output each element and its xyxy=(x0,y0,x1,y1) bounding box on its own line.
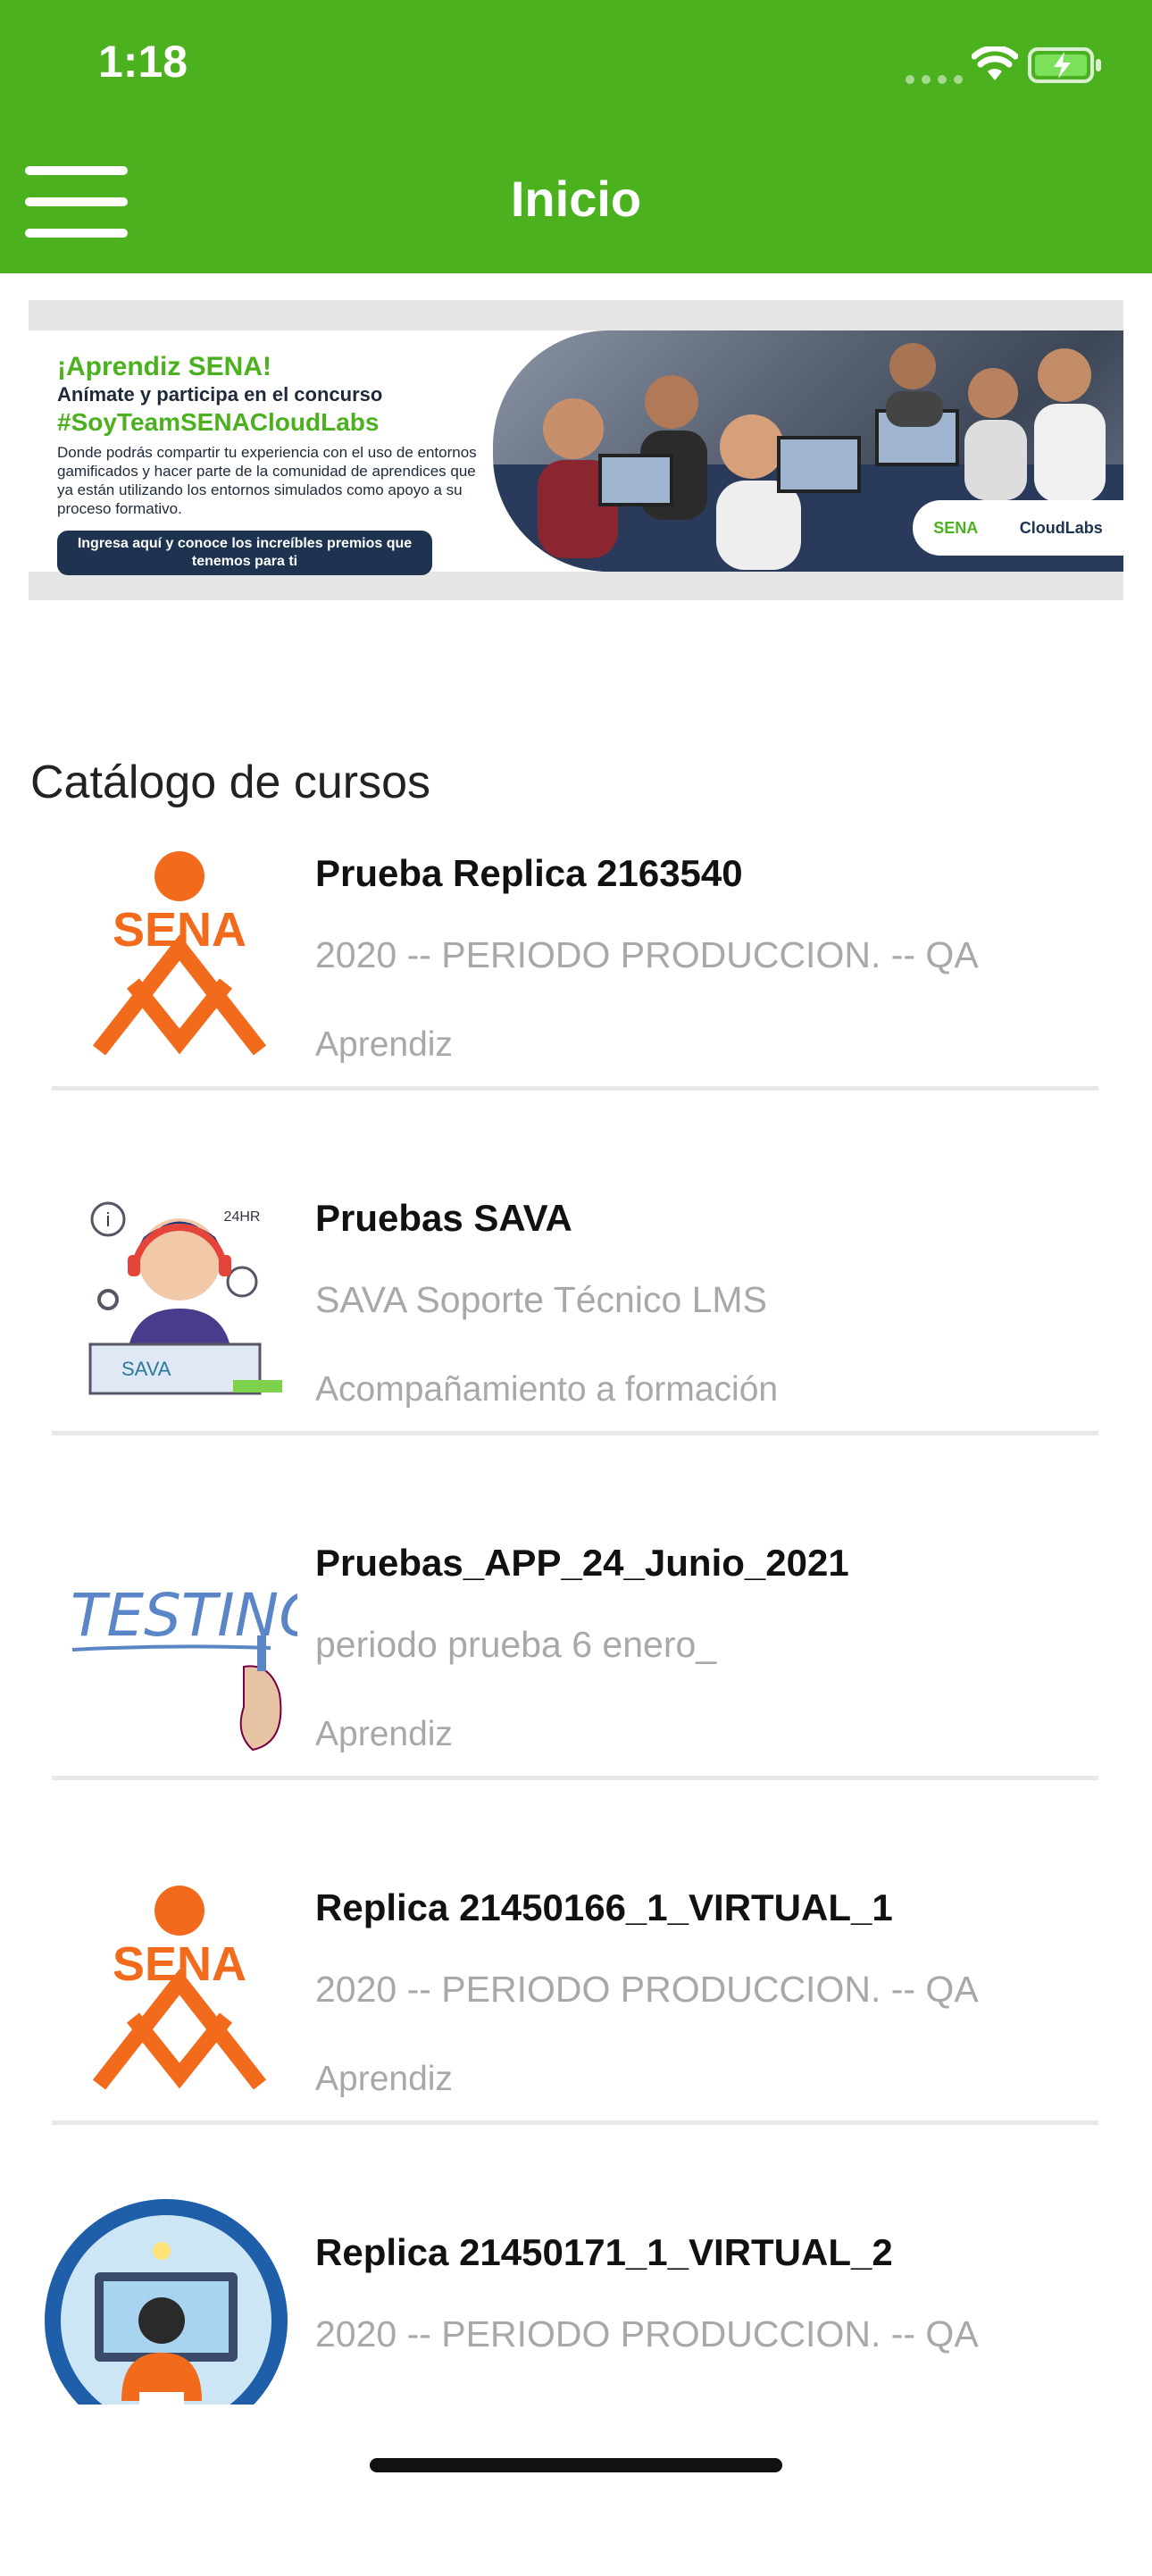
course-period: SAVA Soporte Técnico LMS xyxy=(315,1279,767,1320)
promo-banner-card: ¡Aprendiz SENA! Anímate y participa en e… xyxy=(29,330,1123,575)
course-period: 2020 -- PERIODO PRODUCCION. -- QA xyxy=(315,1969,979,2010)
svg-text:i: i xyxy=(106,1209,111,1231)
promo-banner[interactable]: ¡Aprendiz SENA! Anímate y participa en e… xyxy=(29,300,1123,600)
course-title: Replica 21450171_1_VIRTUAL_2 xyxy=(315,2231,893,2273)
testing-handwriting-icon: TESTING xyxy=(52,1533,311,1765)
divider xyxy=(52,1776,1098,1780)
wifi-icon xyxy=(972,46,1018,80)
sena-small-logo: SENA xyxy=(933,518,979,537)
course-role: Aprendiz xyxy=(315,2060,453,2098)
course-title: Prueba Replica 2163540 xyxy=(315,852,743,894)
page-title: Inicio xyxy=(510,171,642,227)
course-period: 2020 -- PERIODO PRODUCCION. -- QA xyxy=(315,2313,979,2354)
app-header: 1:18 Inicio xyxy=(0,0,1152,273)
course-period: periodo prueba 6 enero_ xyxy=(315,1624,717,1665)
course-item[interactable]: TESTING Pruebas_APP_24_Junio_2021 period… xyxy=(0,1542,1152,1886)
status-time: 1:18 xyxy=(98,37,188,87)
course-title: Pruebas_APP_24_Junio_2021 xyxy=(315,1542,849,1584)
catalog-title: Catálogo de cursos xyxy=(30,757,431,808)
banner-title: ¡Aprendiz SENA! xyxy=(57,352,271,381)
banner-partner-logos: SENA CloudLabs xyxy=(913,500,1123,556)
course-item[interactable]: i 24HR SAVA Pruebas SAVA SAVA Soporte Té… xyxy=(0,1197,1152,1542)
banner-description: Donde podrás compartir tu experiencia co… xyxy=(57,444,477,517)
banner-hashtag: #SoyTeamSENACloudLabs xyxy=(57,408,380,436)
banner-cta-button[interactable]: Ingresa aquí y conoce los increíbles pre… xyxy=(57,531,432,575)
thumb-label-text: SAVA xyxy=(121,1358,171,1380)
promo-banner-text: ¡Aprendiz SENA! Anímate y participa en e… xyxy=(57,352,477,575)
course-title: Pruebas SAVA xyxy=(315,1197,572,1239)
home-indicator[interactable] xyxy=(370,2458,782,2472)
course-role: Acompañamiento a formación xyxy=(315,1370,779,1409)
course-role: Aprendiz xyxy=(315,1025,453,1064)
course-title: Replica 21450166_1_VIRTUAL_1 xyxy=(315,1886,893,1928)
sena-logo-icon: SENA xyxy=(50,845,309,1059)
course-item[interactable]: Replica 21450171_1_VIRTUAL_2 2020 -- PER… xyxy=(0,2199,1152,2576)
bottom-safe-area xyxy=(0,2405,1152,2497)
banner-subtitle: Anímate y participa en el concurso xyxy=(57,383,383,406)
divider xyxy=(52,1086,1098,1091)
course-role: Aprendiz xyxy=(315,1715,453,1753)
divider xyxy=(52,2120,1098,2125)
cloudlabs-logo: CloudLabs xyxy=(1019,518,1103,537)
thumb-badge-text: 24HR xyxy=(224,1209,261,1225)
course-item[interactable]: SENA Replica 21450166_1_VIRTUAL_1 2020 -… xyxy=(0,1886,1152,2231)
course-item[interactable]: SENA Prueba Replica 2163540 2020 -- PERI… xyxy=(0,851,1152,1197)
sena-logo-icon: SENA xyxy=(50,1879,309,2094)
sava-support-illustration-icon: i 24HR SAVA xyxy=(50,1170,309,1411)
cellular-signal-icon xyxy=(906,75,963,84)
battery-charging-icon xyxy=(1028,47,1101,83)
divider xyxy=(52,1431,1098,1435)
course-period: 2020 -- PERIODO PRODUCCION. -- QA xyxy=(315,934,979,975)
